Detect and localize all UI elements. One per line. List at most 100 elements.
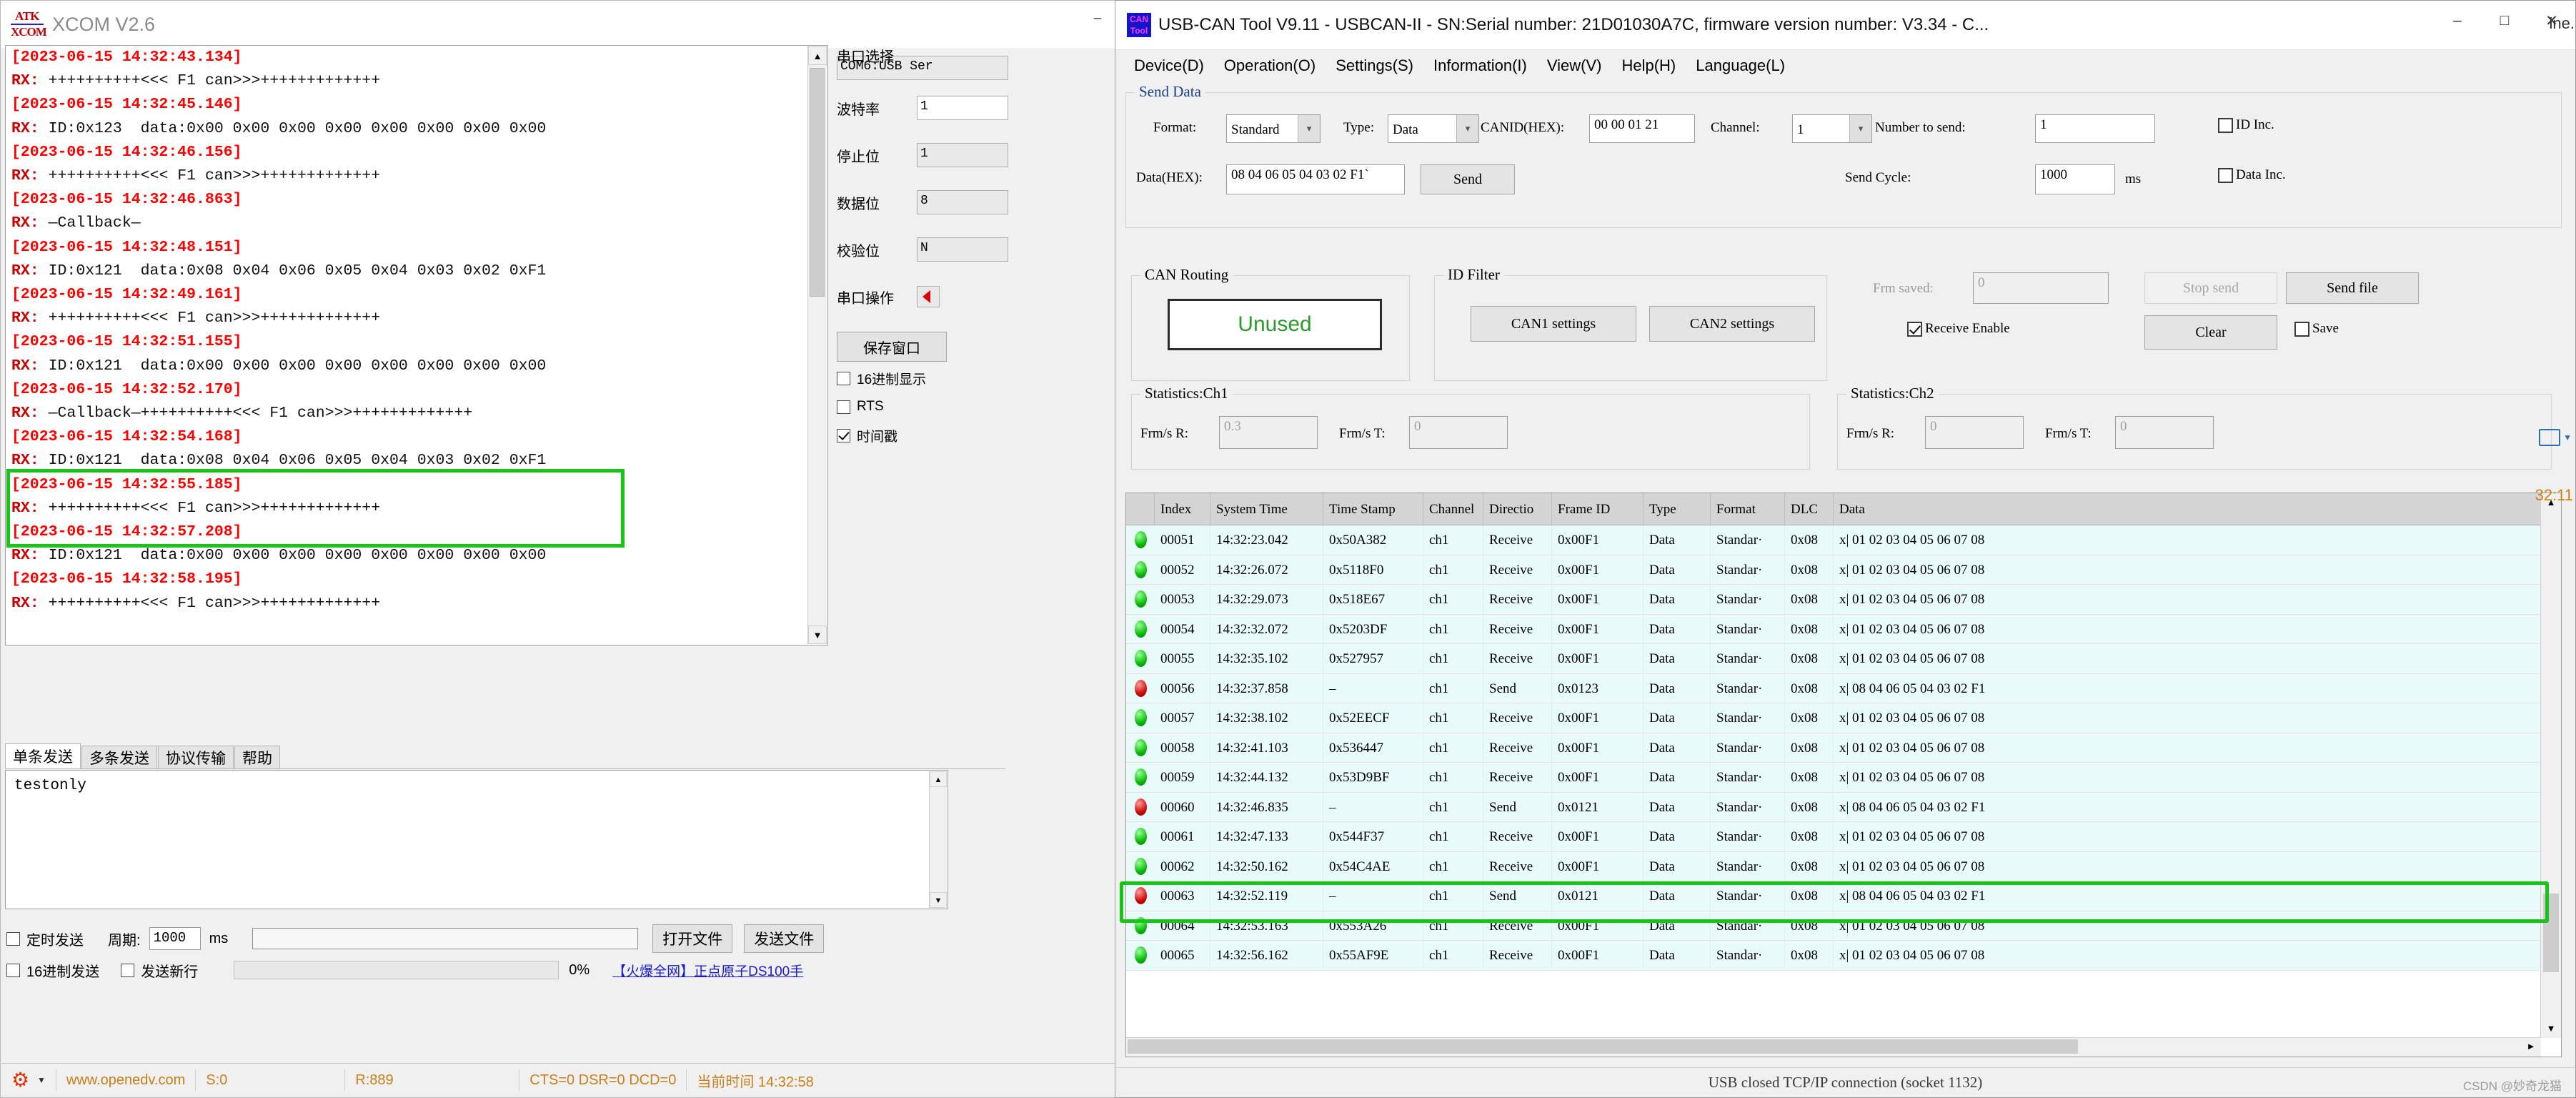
right-edge-text: ine. — [2549, 14, 2575, 32]
send-scroll-up-icon[interactable]: ▲ — [930, 771, 947, 787]
send-file-button[interactable]: Send file — [2286, 272, 2419, 304]
format-select[interactable]: Standard ▾ — [1226, 114, 1321, 143]
table-row[interactable]: 00055 14:32:35.102 0x527957 ch1 Receive 0x00F… — [1126, 644, 2561, 674]
table-row[interactable]: 00064 14:32:53.163 0x553A26 ch1 Receive 0x00F… — [1126, 911, 2561, 941]
table-row[interactable]: 00052 14:32:26.072 0x5118F0 ch1 Receive 0x00F… — [1126, 555, 2561, 585]
stop-send-button[interactable]: Stop send — [2144, 272, 2277, 304]
table-row[interactable]: 00063 14:32:52.119– ch1 Send 0x0121 Data Stand… — [1126, 881, 2561, 911]
scroll-down-icon[interactable]: ▼ — [808, 625, 827, 644]
xcom-minimize-button[interactable]: – — [1075, 1, 1120, 36]
column-header-10[interactable]: Data — [1834, 493, 2561, 525]
xcom-receive-log[interactable]: [2023-06-15 14:32:43.134] RX: ++++++++++<… — [5, 45, 828, 646]
data-inc-checkbox[interactable]: Data Inc. — [2218, 167, 2286, 183]
receive-enable-checkbox[interactable]: Receive Enable — [1907, 321, 2010, 337]
id-inc-checkbox[interactable]: ID Inc. — [2218, 117, 2274, 133]
xcom-tab-3[interactable]: 帮助 — [234, 746, 280, 768]
data-hex-input[interactable]: 08 04 06 05 04 03 02 F1` — [1226, 164, 1405, 194]
log-rx-line: RX: ++++++++++<<< F1 can>>>+++++++++++++ — [11, 167, 381, 185]
scroll-up-icon[interactable]: ▲ — [808, 46, 827, 65]
canid-input[interactable]: 00 00 01 21 — [1589, 114, 1695, 143]
chevron-down-icon[interactable]: ▼ — [37, 1075, 46, 1085]
port-select-combo[interactable]: COM6:USB Ser — [837, 56, 1008, 80]
xcom-log-scrollbar[interactable]: ▲ ▼ — [807, 46, 827, 644]
column-header-5[interactable]: Directio — [1483, 493, 1552, 525]
cell-direction: Receive — [1483, 822, 1552, 851]
menu-item-0[interactable]: Device(D) — [1124, 54, 1214, 78]
table-row[interactable]: 00059 14:32:44.132 0x53D9BF ch1 Receive 0x00F… — [1126, 763, 2561, 793]
can2-settings-button[interactable]: CAN2 settings — [1649, 306, 1815, 342]
open-file-button[interactable]: 打开文件 — [652, 924, 733, 953]
menu-item-6[interactable]: Language(L) — [1686, 54, 1795, 78]
hex-display-checkbox[interactable]: 16进制显示 — [837, 366, 1008, 390]
number-to-send-input[interactable]: 1 — [2035, 114, 2155, 143]
table-row[interactable]: 00058 14:32:41.103 0x536447 ch1 Receive 0x00F… — [1126, 733, 2561, 763]
tray-monitor-icon[interactable]: ▼ — [2539, 429, 2572, 446]
send-file-button[interactable]: 发送文件 — [744, 924, 825, 953]
xcom-send-textarea[interactable]: testonly ▲ ▼ — [5, 770, 948, 909]
send-button[interactable]: Send — [1421, 164, 1515, 194]
can-frame-table[interactable]: Index System Time Time Stamp Channel Directi… — [1125, 493, 2562, 1057]
settings-gear-cell[interactable]: ▼ — [1, 1069, 56, 1091]
save-checkbox[interactable]: Save — [2294, 321, 2339, 337]
table-row[interactable]: 00061 14:32:47.133 0x544F37 ch1 Receive 0x00F… — [1126, 822, 2561, 852]
table-horizontal-scrollbar[interactable]: ► — [1126, 1037, 2541, 1057]
log-timestamp-line: [2023-06-15 14:32:45.146] — [11, 96, 242, 114]
serial-open-close-icon[interactable] — [917, 286, 940, 307]
baud-combo[interactable]: 1 — [917, 96, 1008, 120]
send-cycle-input[interactable]: 1000 — [2035, 164, 2115, 194]
scroll-thumb[interactable] — [810, 68, 825, 297]
type-select[interactable]: Data ▾ — [1388, 114, 1479, 143]
cell-system_time: 14:32:38.102 — [1210, 703, 1323, 733]
column-header-8[interactable]: Format — [1711, 493, 1785, 525]
usbcan-minimize-button[interactable]: – — [2434, 1, 2481, 41]
rts-checkbox[interactable]: RTS — [837, 395, 1008, 419]
table-row[interactable]: 00051 14:32:23.042 0x50A382 ch1 Receive 0x00F… — [1126, 525, 2561, 555]
table-row[interactable]: 00065 14:32:56.162 0x55AF9E ch1 Receive 0x00F… — [1126, 941, 2561, 971]
send-scroll-down-icon[interactable]: ▼ — [930, 892, 947, 908]
file-path-input[interactable] — [252, 928, 639, 949]
ad-link[interactable]: 【火爆全网】正点原子DS100手 — [612, 961, 827, 980]
usbcan-maximize-button[interactable]: □ — [2481, 1, 2528, 41]
period-input[interactable]: 1000 — [149, 927, 201, 950]
column-header-9[interactable]: DLC — [1785, 493, 1834, 525]
column-header-6[interactable]: Frame ID — [1552, 493, 1643, 525]
newline-send-box-icon[interactable] — [121, 963, 135, 977]
xcom-tab-2[interactable]: 协议传输 — [158, 746, 234, 768]
timed-send-box-icon[interactable] — [6, 931, 20, 946]
xcom-tab-0[interactable]: 单条发送 — [5, 743, 81, 768]
column-header-3[interactable]: Time Stamp — [1323, 493, 1423, 525]
clear-button[interactable]: Clear — [2144, 315, 2277, 350]
cell-format: Standar· — [1711, 614, 1785, 643]
save-window-button[interactable]: 保存窗口 — [837, 332, 947, 362]
table-row[interactable]: 00062 14:32:50.162 0x54C4AE ch1 Receive 0x00F… — [1126, 851, 2561, 881]
column-header-2[interactable]: System Time — [1210, 493, 1323, 525]
timestamp-checkbox[interactable]: 时间戳 — [837, 423, 1008, 447]
can1-settings-button[interactable]: CAN1 settings — [1471, 306, 1636, 342]
menu-item-4[interactable]: View(V) — [1537, 54, 1612, 78]
column-header-7[interactable]: Type — [1643, 493, 1711, 525]
send-textarea-scrollbar[interactable]: ▲ ▼ — [929, 771, 947, 908]
column-header-1[interactable]: Index — [1155, 493, 1210, 525]
scroll-right-icon[interactable]: ► — [2522, 1038, 2540, 1055]
status-site[interactable]: www.openedv.com — [56, 1069, 197, 1091]
table-row[interactable]: 00057 14:32:38.102 0x52EECF ch1 Receive 0x00F… — [1126, 703, 2561, 733]
hex-send-box-icon[interactable] — [6, 963, 20, 977]
column-header-4[interactable]: Channel — [1423, 493, 1483, 525]
parity-combo[interactable]: N — [917, 237, 1008, 262]
channel-select[interactable]: 1 ▾ — [1792, 114, 1872, 143]
chevron-down-icon[interactable]: ▼ — [2563, 432, 2572, 442]
menu-item-5[interactable]: Help(H) — [1611, 54, 1686, 78]
hscroll-thumb[interactable] — [1128, 1039, 2078, 1054]
menu-item-2[interactable]: Settings(S) — [1326, 54, 1423, 78]
column-header-0[interactable] — [1126, 493, 1155, 525]
menu-item-3[interactable]: Information(I) — [1423, 54, 1537, 78]
table-row[interactable]: 00056 14:32:37.858– ch1 Send 0x0123 Data Stand… — [1126, 673, 2561, 703]
menu-item-1[interactable]: Operation(O) — [1214, 54, 1326, 78]
table-row[interactable]: 00054 14:32:32.072 0x5203DF ch1 Receive 0x00F… — [1126, 614, 2561, 644]
table-row[interactable]: 00060 14:32:46.835– ch1 Send 0x0121 Data Stand… — [1126, 792, 2561, 822]
databits-combo[interactable]: 8 — [917, 190, 1008, 214]
can-routing-status[interactable]: Unused — [1168, 299, 1382, 350]
xcom-tab-1[interactable]: 多条发送 — [81, 746, 157, 768]
stopbits-combo[interactable]: 1 — [917, 143, 1008, 167]
table-row[interactable]: 00053 14:32:29.073 0x518E67 ch1 Receive 0x00F… — [1126, 585, 2561, 615]
